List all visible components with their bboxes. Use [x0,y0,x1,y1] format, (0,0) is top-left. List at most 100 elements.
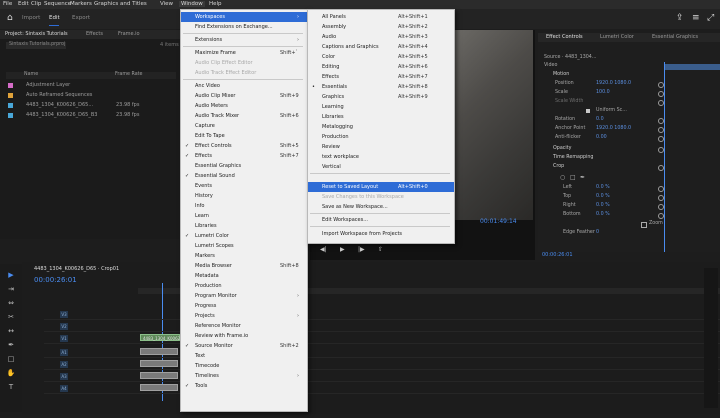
keyframe-icon[interactable] [658,186,664,192]
ec-row-position[interactable]: Position 1920.0 1080.0 [541,81,666,89]
ec-row-left[interactable]: Left 0.0 % [541,185,666,193]
menu-item-essential-graphics[interactable]: Essential Graphics [181,161,307,171]
ec-row-antiflicker[interactable]: Anti-flicker 0.00 [541,135,666,143]
project-item-folder[interactable]: Auto Reframed Sequences [8,92,178,100]
ws-captions[interactable]: Captions and Graphics Alt+Shift+4 [308,42,454,52]
menu-item-program-monitor[interactable]: Program Monitor › [181,291,307,301]
menu-item-edit-to-tape[interactable]: Edit To Tape [181,131,307,141]
step-back-icon[interactable]: ◀| [320,246,327,253]
track-a4-label[interactable]: A4 [60,385,68,392]
pen-mask-icon[interactable]: ✒ [580,174,585,181]
menu-item-workspaces[interactable]: Workspaces › [181,12,307,22]
pen-tool-icon[interactable]: ✒ [6,340,16,350]
rectangle-tool-icon[interactable]: □ [6,354,16,364]
menu-item-audio-meters[interactable]: Audio Meters [181,101,307,111]
menu-item-learn[interactable]: Learn [181,211,307,221]
ec-row-top[interactable]: Top 0.0 % [541,194,666,202]
track-a2-label[interactable]: A2 [60,361,68,368]
tab-essential-graphics[interactable]: Essential Graphics [652,34,698,40]
type-tool-icon[interactable]: T [6,382,16,392]
menu-item-timelines[interactable]: Timelines › [181,371,307,381]
tab-import[interactable]: Import [22,15,40,21]
menu-item-progress[interactable]: Progress [181,301,307,311]
keyframe-icon[interactable] [658,118,664,124]
tab-effects[interactable]: Effects [86,31,103,37]
menu-item-effect-controls[interactable]: ✓ Effect Controls Shift+5 [181,141,307,151]
track-a1-label[interactable]: A1 [60,349,68,356]
menu-markers[interactable]: Markers [70,1,92,7]
menu-item-reference-monitor[interactable]: Reference Monitor [181,321,307,331]
keyframe-icon[interactable] [658,82,664,88]
menu-edit[interactable]: Edit [18,1,29,7]
ws-graphics[interactable]: Graphics Alt+Shift+9 [308,92,454,102]
menu-graphics[interactable]: Graphics and Titles [94,1,147,7]
ec-timecode[interactable]: 00:00:26:01 [542,252,573,258]
checkbox-icon[interactable] [586,109,590,113]
audio-clip-a2[interactable] [140,360,178,367]
menu-item-maximize[interactable]: Maximize Frame Shift+` [181,48,307,58]
keyframe-icon[interactable] [658,100,664,106]
fullscreen-icon[interactable]: ⤢ [707,13,714,23]
program-timecode[interactable]: 00:01:49:14 [480,218,517,225]
menu-item-libraries[interactable]: Libraries [181,221,307,231]
menu-item-review-frameio[interactable]: Review with Frame.io [181,331,307,341]
keyframe-icon[interactable] [658,136,664,142]
step-forward-icon[interactable]: |▶ [358,246,365,253]
tab-lumetri-color[interactable]: Lumetri Color [600,34,634,40]
ws-edit-workspaces[interactable]: Edit Workspaces... [308,215,454,225]
ec-row-rotation[interactable]: Rotation 0.0 [541,117,666,125]
hand-tool-icon[interactable]: ✋ [6,368,16,378]
menu-help[interactable]: Help [209,1,222,7]
video-clip[interactable]: 4483_1304_K00626... [140,334,187,341]
home-icon[interactable]: ⌂ [7,13,13,23]
ripple-edit-icon[interactable]: ⇔ [6,298,16,308]
ec-row-scale[interactable]: Scale 100.0 [541,90,666,98]
tab-frameio[interactable]: Frame.io [118,31,140,37]
ec-row-crop[interactable]: Crop [541,164,666,172]
ws-libraries[interactable]: Libraries [308,112,454,122]
ws-review[interactable]: Review [308,142,454,152]
ec-row-time-remap[interactable]: Time Remapping [541,155,666,163]
audio-clip-a3[interactable] [140,372,178,379]
ec-row-motion[interactable]: Motion [541,72,666,80]
menu-view[interactable]: View [160,1,173,7]
keyframe-icon[interactable] [658,204,664,210]
menu-sequence[interactable]: Sequence [44,1,71,7]
track-a3-label[interactable]: A3 [60,373,68,380]
project-item-clip[interactable]: 4483_1304_K00626_D65... 23.98 fps [8,102,178,110]
track-v1-label[interactable]: V1 [60,335,68,342]
workspace-icon[interactable]: ≡ [692,13,700,23]
slip-tool-icon[interactable]: ↔ [6,326,16,336]
ws-reset-saved-layout[interactable]: Reset to Saved Layout Alt+Shift+0 [308,182,454,192]
menu-item-lumetri-scopes[interactable]: Lumetri Scopes [181,241,307,251]
ellipse-mask-icon[interactable]: ○ [560,174,565,181]
ec-row-scale-width[interactable]: Scale Width [541,99,666,107]
menu-item-source-monitor[interactable]: ✓ Source Monitor Shift+2 [181,341,307,351]
keyframe-icon[interactable] [658,213,664,219]
ws-learning[interactable]: Learning [308,102,454,112]
keyframe-icon[interactable] [658,91,664,97]
keyframe-icon[interactable] [658,195,664,201]
menu-item-effects[interactable]: ✓ Effects Shift+7 [181,151,307,161]
ec-row-opacity[interactable]: Opacity [541,146,666,154]
ws-production[interactable]: Production [308,132,454,142]
ws-color[interactable]: Color Alt+Shift+5 [308,52,454,62]
track-v3-label[interactable]: V3 [60,311,68,318]
sequence-tab[interactable]: 4483_1304_K00626_D65 · Crop01 [34,266,119,272]
menu-item-timecode[interactable]: Timecode [181,361,307,371]
tab-edit[interactable]: Edit [49,15,60,21]
keyframe-icon[interactable] [658,127,664,133]
menu-file[interactable]: File [3,1,12,7]
menu-item-markers[interactable]: Markers [181,251,307,261]
menu-item-extensions[interactable]: Extensions › [181,35,307,45]
menu-item-production[interactable]: Production [181,281,307,291]
project-item-adjustment[interactable]: Adjustment Layer [8,82,178,90]
selection-tool-icon[interactable]: ▶ [6,270,16,280]
ec-row-zoom[interactable]: Zoom [541,221,666,229]
ec-row-right[interactable]: Right 0.0 % [541,203,666,211]
quick-export-icon[interactable]: ⇪ [676,13,684,23]
rect-mask-icon[interactable]: □ [570,174,576,181]
ws-essentials[interactable]: • Essentials Alt+Shift+8 [308,82,454,92]
menu-item-text[interactable]: Text [181,351,307,361]
play-icon[interactable]: ▶ [340,246,345,253]
